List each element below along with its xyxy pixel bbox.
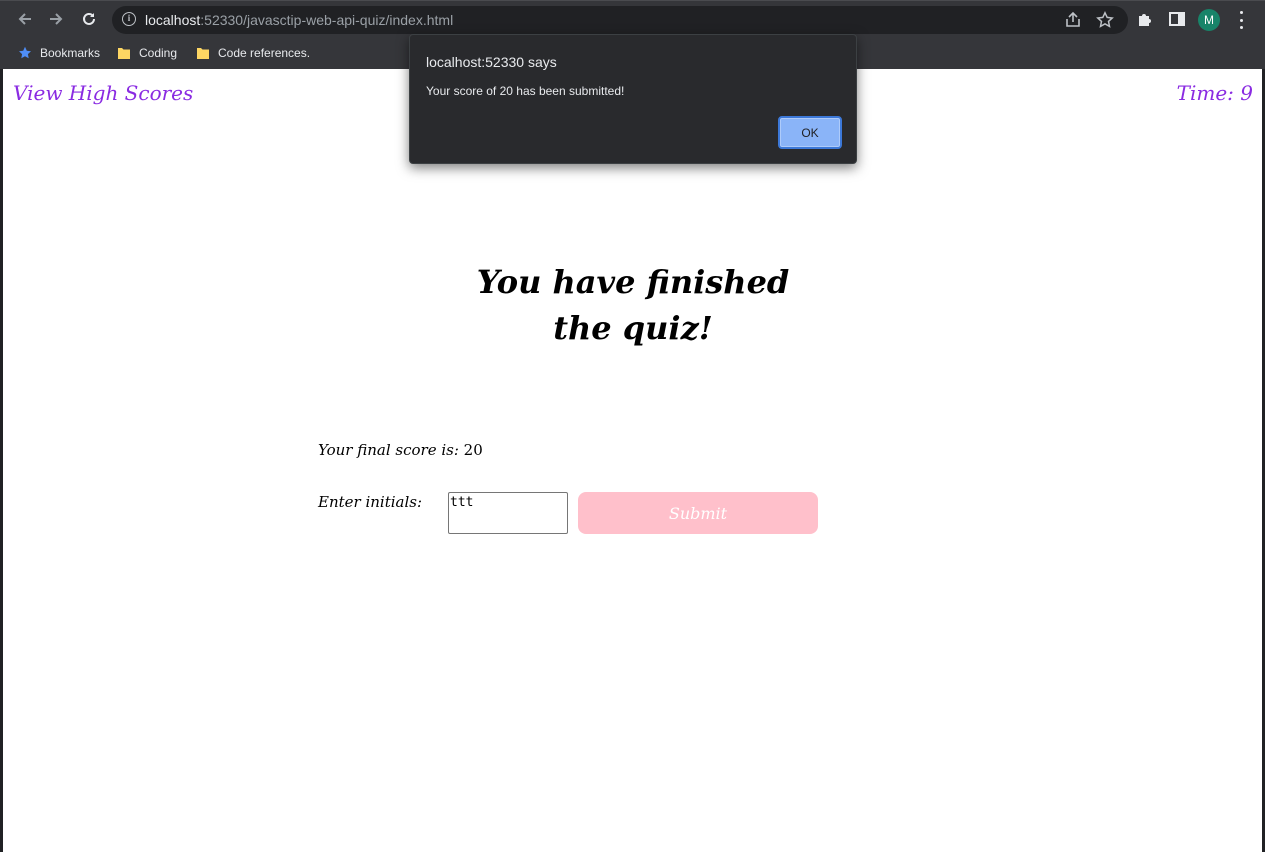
- bookmark-bookmarks[interactable]: Bookmarks: [18, 44, 100, 62]
- share-icon[interactable]: [1064, 11, 1082, 29]
- browser-menu-icon[interactable]: [1234, 11, 1248, 29]
- final-score-value: 20: [463, 441, 483, 459]
- bookmark-label: Bookmarks: [40, 46, 101, 60]
- reload-button[interactable]: [78, 8, 100, 30]
- bookmark-coding[interactable]: Coding: [117, 44, 177, 62]
- final-score-label: Your final score is:: [318, 441, 464, 459]
- initials-label: Enter initials:: [318, 493, 423, 511]
- reload-icon: [83, 12, 95, 25]
- forward-arrow-icon: [50, 13, 63, 25]
- timer-display: Time: 9: [1176, 81, 1253, 105]
- folder-icon: [118, 48, 130, 59]
- dialog-message: Your score of 20 has been submitted!: [426, 84, 625, 98]
- profile-avatar[interactable]: M: [1198, 9, 1220, 31]
- browser-toolbar: i localhost:52330/javasctip-web-api-quiz…: [0, 0, 1265, 37]
- alert-dialog: localhost:52330 says Your score of 20 ha…: [409, 34, 857, 164]
- bookmark-star-icon[interactable]: [1096, 11, 1114, 29]
- star-icon: [19, 46, 31, 59]
- ok-button[interactable]: OK: [778, 116, 842, 149]
- final-score-text: Your final score is: 20: [318, 441, 483, 459]
- dialog-title: localhost:52330 says: [426, 54, 557, 70]
- bookmark-code-references[interactable]: Code references.: [196, 44, 310, 62]
- back-button[interactable]: [14, 8, 36, 30]
- side-panel-icon[interactable]: [1168, 10, 1186, 28]
- bookmark-label: Code references.: [218, 46, 311, 60]
- initials-input[interactable]: [448, 492, 568, 534]
- page-title: You have finished the quiz!: [476, 263, 790, 347]
- extensions-puzzle-icon[interactable]: [1136, 10, 1154, 28]
- view-high-scores-link[interactable]: View High Scores: [13, 81, 193, 105]
- bookmark-label: Coding: [139, 46, 178, 60]
- folder-icon: [197, 48, 209, 59]
- submit-button[interactable]: Submit: [578, 492, 818, 534]
- page-viewport: View High Scores Time: 9 You have finish…: [3, 69, 1262, 852]
- url-text: localhost:52330/javasctip-web-api-quiz/i…: [145, 12, 454, 28]
- site-info-icon[interactable]: i: [122, 12, 136, 26]
- address-bar[interactable]: i localhost:52330/javasctip-web-api-quiz…: [112, 6, 1128, 34]
- back-arrow-icon: [18, 13, 31, 25]
- forward-button[interactable]: [45, 8, 67, 30]
- profile-initial: M: [1204, 13, 1214, 27]
